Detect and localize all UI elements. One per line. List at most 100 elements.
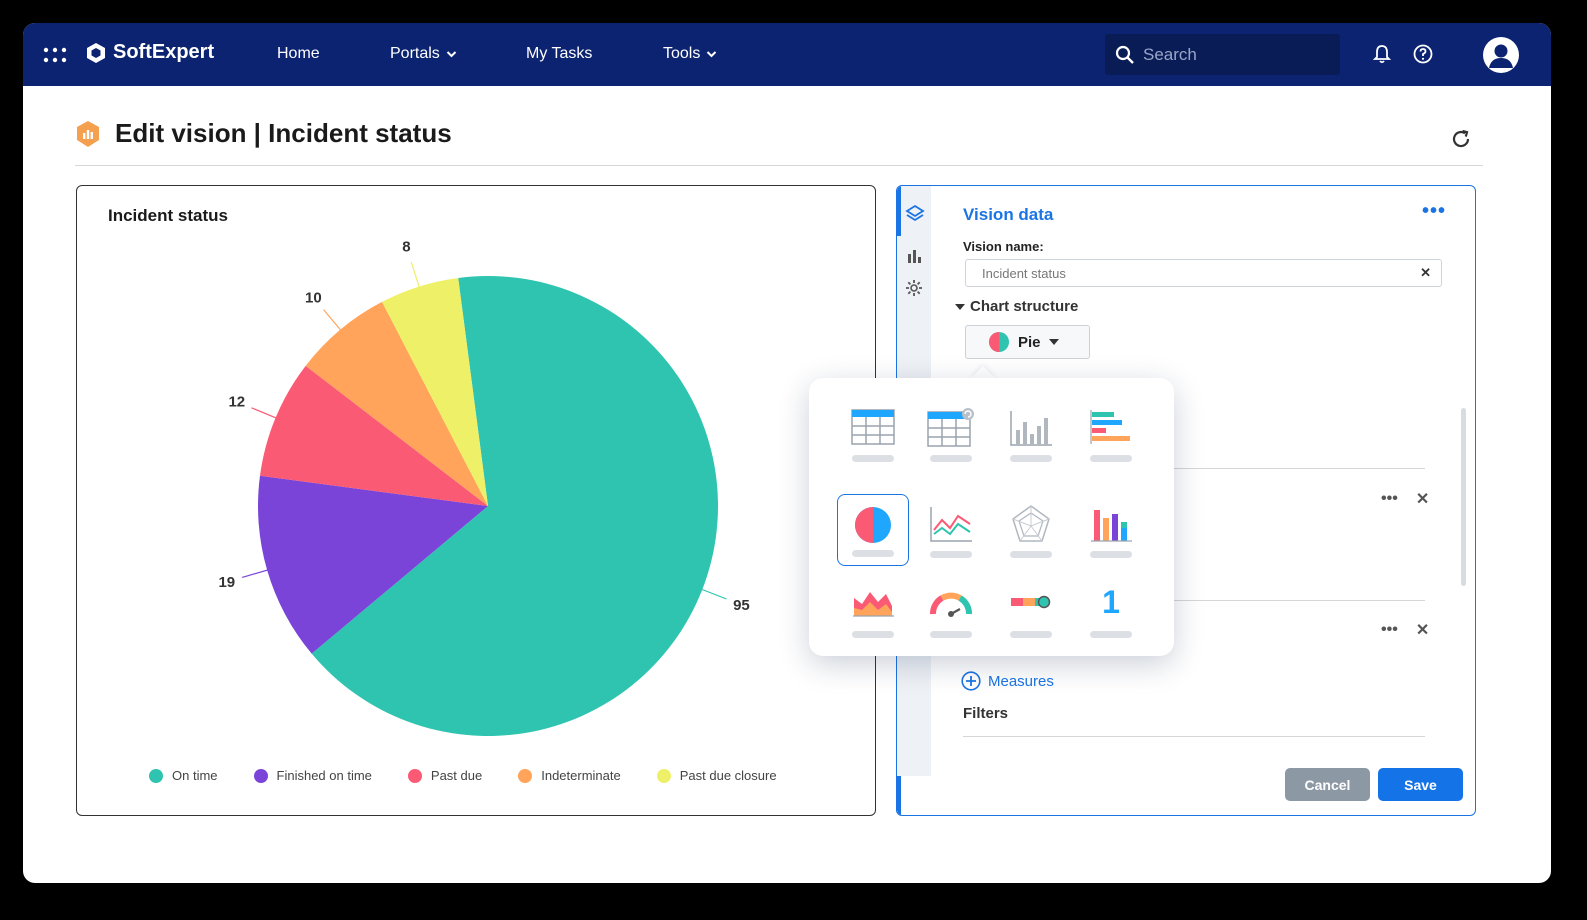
chart-type-pivot-table[interactable]	[915, 398, 987, 470]
save-button[interactable]: Save	[1378, 768, 1463, 801]
chart-type-bar[interactable]	[1075, 398, 1147, 470]
legend-swatch	[149, 768, 163, 783]
legend-label: On time	[172, 768, 218, 783]
more-options-icon[interactable]: •••	[1381, 621, 1398, 639]
top-navbar: SoftExpert Home Portals My Tasks Tools	[23, 23, 1551, 86]
nav-portals-label: Portals	[390, 45, 440, 62]
progress-bar-icon	[1011, 595, 1051, 609]
add-measures-button[interactable]: Measures	[961, 671, 1054, 691]
legend-item[interactable]: Indeterminate	[518, 768, 621, 783]
measures-label: Measures	[988, 672, 1054, 690]
chart-type-value: Pie	[1018, 333, 1041, 351]
plus-circle-icon	[961, 671, 981, 691]
tile-label-placeholder	[1090, 551, 1132, 558]
pivot-table-icon	[927, 408, 974, 447]
legend-label: Past due	[430, 768, 483, 783]
search-icon	[1115, 45, 1134, 64]
chart-structure-toggle[interactable]: Chart structure	[955, 298, 1078, 315]
nav-my-tasks[interactable]: My Tasks	[526, 45, 592, 63]
brand-name: SoftExpert	[113, 41, 215, 63]
close-icon[interactable]: ✕	[1416, 620, 1429, 640]
pie-data-label: 19	[218, 574, 235, 591]
column-chart-icon	[1010, 411, 1052, 446]
bar-chart-horizontal-icon	[1090, 410, 1130, 444]
tile-label-placeholder	[1010, 455, 1052, 462]
chart-structure-label: Chart structure	[970, 298, 1079, 315]
pie-data-label: 10	[305, 289, 322, 306]
refresh-icon[interactable]	[1449, 127, 1473, 151]
chevron-down-icon	[446, 51, 457, 58]
area-chart-icon	[853, 592, 894, 617]
legend-swatch	[518, 768, 533, 783]
user-avatar[interactable]	[1483, 37, 1519, 73]
nav-home-label: Home	[277, 45, 320, 62]
nav-tools[interactable]: Tools	[663, 45, 717, 63]
user-avatar-icon	[1489, 44, 1513, 68]
gear-icon[interactable]	[904, 278, 924, 298]
chart-type-column[interactable]	[995, 398, 1067, 470]
legend-item[interactable]: Finished on time	[253, 768, 372, 783]
nav-portals[interactable]: Portals	[390, 45, 457, 63]
chart-type-progress[interactable]	[995, 574, 1067, 646]
help-icon[interactable]	[1412, 43, 1434, 65]
pie-leader-line	[251, 407, 282, 421]
chart-preview-card: Incident status 95 19 12 10 8 On time Finish…	[76, 185, 876, 816]
row-actions: ••• ✕	[1381, 489, 1429, 509]
rail-bottom-indicator	[897, 776, 901, 815]
softexpert-logo-icon	[87, 42, 105, 63]
panel-title: Vision data	[963, 205, 1054, 224]
chart-type-line[interactable]	[915, 494, 987, 566]
radar-chart-icon	[1012, 505, 1050, 542]
pie-leader-line	[696, 586, 727, 600]
chart-type-area[interactable]	[837, 574, 909, 646]
legend-item[interactable]: On time	[149, 768, 218, 783]
search-box[interactable]	[1105, 34, 1340, 75]
bell-icon[interactable]	[1371, 43, 1393, 65]
legend-swatch	[253, 768, 268, 783]
rail-active-indicator	[897, 186, 901, 236]
tile-label-placeholder	[930, 455, 972, 462]
legend-swatch	[656, 768, 671, 783]
legend-label: Past due closure	[679, 768, 777, 783]
chart-type-number[interactable]: 1	[1075, 574, 1147, 646]
gauge-icon	[930, 592, 972, 617]
nav-tools-label: Tools	[663, 45, 701, 62]
legend-item[interactable]: Past due closure	[656, 768, 777, 783]
tile-label-placeholder	[1010, 631, 1052, 638]
row-actions: ••• ✕	[1381, 620, 1429, 640]
chart-type-popover: 1	[809, 378, 1174, 656]
chart-type-radar[interactable]	[995, 494, 1067, 566]
app-window: SoftExpert Home Portals My Tasks Tools S…	[23, 23, 1551, 883]
chevron-down-icon	[707, 51, 717, 58]
panel-scrollbar[interactable]	[1461, 408, 1466, 586]
table-icon	[851, 409, 895, 445]
close-icon[interactable]: ✕	[1416, 489, 1429, 509]
vision-name-input[interactable]	[982, 265, 1421, 281]
nav-home[interactable]: Home	[277, 45, 320, 63]
apps-grid-icon[interactable]	[43, 47, 67, 63]
page-header: Edit vision | Incident status	[75, 118, 452, 149]
bar-chart-icon[interactable]	[906, 248, 922, 264]
line-chart-icon	[930, 507, 972, 542]
chart-badge-icon	[77, 120, 99, 147]
legend-item[interactable]: Past due	[407, 768, 483, 783]
pie-type-icon	[855, 507, 891, 543]
tile-label-placeholder	[1010, 551, 1052, 558]
tile-label-placeholder	[930, 551, 972, 558]
cancel-button[interactable]: Cancel	[1285, 768, 1370, 801]
number-icon: 1	[1102, 584, 1120, 620]
pie-chart: 95 19 12 10 8	[218, 239, 750, 736]
filters-label: Filters	[963, 705, 1009, 722]
chart-type-table[interactable]	[837, 398, 909, 470]
chart-type-gauge[interactable]	[915, 574, 987, 646]
chart-type-pie[interactable]	[837, 494, 909, 566]
chart-type-select[interactable]: Pie	[965, 325, 1090, 359]
more-options-icon[interactable]: •••	[1381, 490, 1398, 508]
tile-label-placeholder	[852, 455, 894, 462]
more-options-icon[interactable]: •••	[1422, 200, 1446, 223]
layers-icon[interactable]	[905, 204, 925, 224]
chart-type-stacked-column[interactable]	[1075, 494, 1147, 566]
clear-icon[interactable]: ✕	[1420, 265, 1431, 281]
search-input[interactable]	[1143, 44, 1323, 65]
brand-logo[interactable]: SoftExpert	[85, 41, 214, 64]
